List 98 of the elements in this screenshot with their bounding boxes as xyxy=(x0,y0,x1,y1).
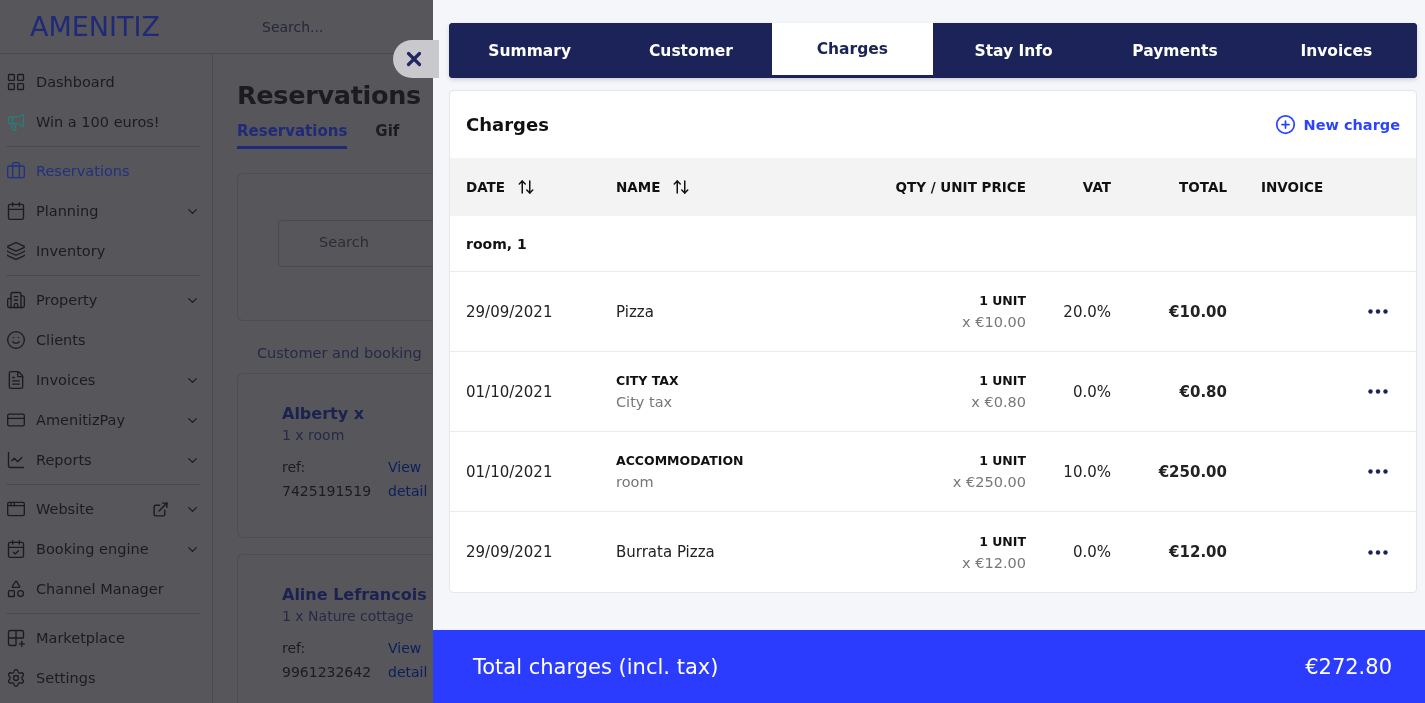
more-options-button[interactable] xyxy=(1368,309,1388,314)
page-title: Reservations xyxy=(237,80,422,110)
date-cell-text: 01/10/2021 xyxy=(466,382,554,401)
menu-item-icon xyxy=(6,290,26,310)
menu-item-icon xyxy=(6,579,26,599)
vat-cell-text: 0.0% xyxy=(1071,543,1111,561)
menu-item-icon xyxy=(6,112,26,132)
column-header: NAME xyxy=(616,179,661,195)
vat-cell-text: 10.0% xyxy=(1062,462,1111,481)
date-cell-text: 29/09/2021 xyxy=(466,302,554,321)
sidebar-item[interactable]: Win a 100 euros! xyxy=(6,102,200,142)
total-cell-text: €0.80 xyxy=(1178,382,1227,401)
charge-name: room xyxy=(616,474,654,490)
sidebar-item[interactable]: Booking engine xyxy=(6,529,200,569)
logo: AMENITIZ xyxy=(29,11,161,42)
more-options-button[interactable] xyxy=(1368,469,1388,474)
more-options-button[interactable] xyxy=(1368,389,1388,394)
menu-item-icon xyxy=(6,72,26,92)
column-header: VAT xyxy=(1082,179,1111,195)
more-options-button[interactable] xyxy=(1368,549,1388,555)
unit-price: x €250.00 xyxy=(952,474,1026,490)
menu-item-icon xyxy=(6,539,26,559)
menu-item-icon xyxy=(6,161,26,181)
sidebar-item[interactable]: AmenitizPay xyxy=(6,400,200,440)
menu-item-icon xyxy=(6,370,26,390)
more-icon xyxy=(1368,389,1388,394)
date-cell-text: 29/09/2021 xyxy=(466,543,554,561)
ref-label: ref: xyxy=(282,458,307,477)
menu-item-icon xyxy=(6,330,26,350)
menu-item-icon xyxy=(6,668,26,688)
sort-icon[interactable] xyxy=(672,178,691,196)
quantity: 1 UNIT xyxy=(979,453,1026,468)
column-header: DATE xyxy=(466,179,506,195)
card-title: Charges xyxy=(466,114,549,135)
details-link[interactable]: detail xyxy=(388,479,433,503)
menu-item-icon xyxy=(6,201,26,221)
sort-icon[interactable] xyxy=(517,178,536,196)
quantity: 1 UNIT xyxy=(979,373,1026,388)
quantity: 1 UNIT xyxy=(979,293,1026,308)
column-header: QTY / UNIT PRICE xyxy=(895,179,1026,195)
charge-category: ACCOMMODATION xyxy=(616,453,744,468)
charge-name: City tax xyxy=(616,394,673,410)
unit-price: x €12.00 xyxy=(962,554,1026,571)
tab[interactable]: Invoices xyxy=(1255,23,1417,78)
close-button[interactable] xyxy=(393,40,439,78)
new-charge-button[interactable]: New charge xyxy=(1274,114,1400,135)
tab[interactable]: Stay Info xyxy=(933,23,1095,78)
total-label: Total charges (incl. tax) xyxy=(473,654,719,679)
vat-cell-text: 20.0% xyxy=(1062,302,1111,321)
sidebar-item[interactable]: Reports xyxy=(6,440,200,480)
plus-circle-icon xyxy=(1274,114,1296,135)
sidebar-item[interactable]: Clients xyxy=(6,320,200,360)
date-cell-text: 01/10/2021 xyxy=(466,462,554,481)
ref-label: ref: xyxy=(282,639,307,658)
sidebar-item[interactable]: Channel Manager xyxy=(6,569,200,609)
unit-price: x €0.80 xyxy=(971,394,1026,410)
more-icon xyxy=(1368,309,1388,314)
sidebar-item[interactable]: Website xyxy=(6,489,200,529)
page-tab[interactable]: Reservations xyxy=(237,122,348,149)
charge-category: CITY TAX xyxy=(616,373,679,388)
sidebar-item[interactable]: Property xyxy=(6,280,200,320)
ref-number: 7425191519 xyxy=(282,482,373,501)
tab[interactable]: Payments xyxy=(1094,23,1256,78)
menu-item-icon xyxy=(6,499,26,519)
total-amount: €272.80 xyxy=(1305,654,1392,679)
guest-name: Alberty x xyxy=(282,404,366,423)
sidebar-item[interactable]: Inventory xyxy=(6,231,200,271)
ref-number: 9961232642 xyxy=(282,663,373,682)
column-header: TOTAL xyxy=(1179,179,1227,195)
more-icon xyxy=(1368,549,1388,555)
sidebar-item[interactable]: Settings xyxy=(6,658,200,698)
page-tab[interactable]: Gif xyxy=(375,122,400,149)
more-icon xyxy=(1368,469,1388,474)
view-link[interactable]: View xyxy=(388,636,433,660)
tab[interactable]: Customer xyxy=(610,23,772,78)
sidebar-item[interactable]: Planning xyxy=(6,191,200,231)
details-link[interactable]: detail xyxy=(388,660,433,684)
sidebar-item[interactable]: Dashboard xyxy=(6,62,200,102)
charge-name: Pizza xyxy=(616,302,655,321)
guest-name: Aline Lefrancois xyxy=(282,585,428,604)
view-link[interactable]: View xyxy=(388,455,433,479)
menu-item-icon xyxy=(6,241,26,261)
total-cell-text: €12.00 xyxy=(1168,543,1227,561)
charge-name: Burrata Pizza xyxy=(616,543,716,561)
total-cell-text: €10.00 xyxy=(1168,302,1227,321)
tab[interactable]: Summary xyxy=(449,23,611,78)
column-header: INVOICE xyxy=(1260,179,1324,195)
quantity: 1 UNIT xyxy=(979,533,1026,549)
menu-item-icon xyxy=(6,450,26,470)
vat-cell-text: 0.0% xyxy=(1071,382,1111,401)
total-cell-text: €250.00 xyxy=(1157,462,1227,481)
tab[interactable]: Charges xyxy=(771,23,933,78)
sidebar-item[interactable]: Marketplace xyxy=(6,618,200,658)
sidebar-item[interactable]: Invoices xyxy=(6,360,200,400)
external-link-icon[interactable] xyxy=(152,500,169,518)
menu-item-icon xyxy=(6,628,26,648)
unit-price: x €10.00 xyxy=(962,314,1026,330)
group-row: room, 1 xyxy=(450,216,1416,272)
